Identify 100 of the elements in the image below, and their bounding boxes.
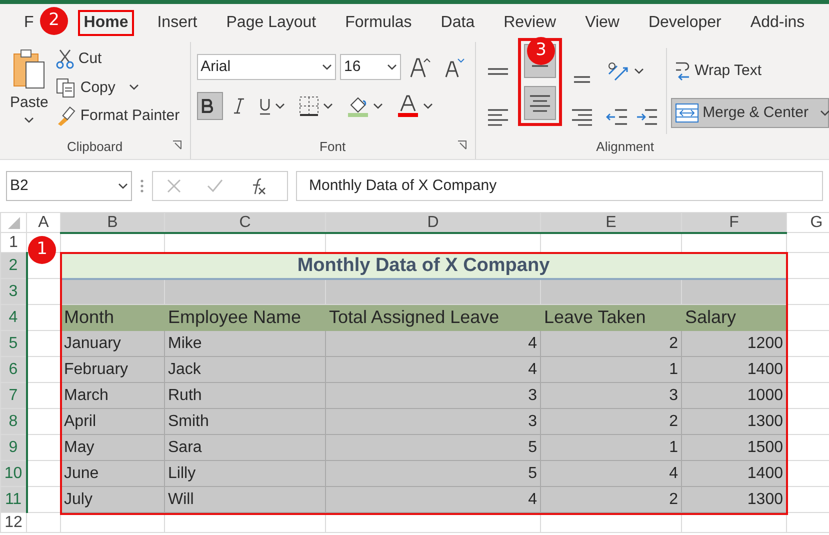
- row-header[interactable]: 5: [0, 330, 26, 356]
- ribbon-tab[interactable]: View: [579, 10, 626, 36]
- column-header[interactable]: C: [164, 212, 326, 232]
- table-cell: 1: [540, 434, 682, 460]
- table-cell: 2: [540, 330, 682, 356]
- font-size-field[interactable]: 16: [340, 54, 401, 80]
- row-header[interactable]: 11: [0, 486, 26, 512]
- row-header[interactable]: 9: [0, 434, 26, 460]
- column-header[interactable]: G: [786, 212, 829, 232]
- row-header[interactable]: 4: [0, 304, 26, 330]
- table-cell: April: [60, 408, 164, 434]
- bold-button[interactable]: [196, 92, 223, 120]
- row-header[interactable]: 2: [0, 252, 26, 278]
- table-cell: February: [60, 356, 164, 382]
- column-header[interactable]: A: [26, 212, 60, 232]
- row-header[interactable]: 10: [0, 460, 26, 486]
- align-left-icon: [486, 108, 509, 126]
- group-label: Alignment: [596, 138, 654, 156]
- caret-icon: [118, 182, 128, 190]
- ribbon-tab[interactable]: Page Layout: [220, 10, 322, 36]
- ribbon-tab[interactable]: Insert: [151, 10, 204, 36]
- scissors-icon: [56, 49, 74, 70]
- decrease-indent-icon: [606, 108, 628, 126]
- table-cell: 1300: [682, 486, 786, 512]
- caret-icon: [322, 64, 332, 70]
- table-cell: 3: [540, 382, 682, 408]
- angled-text-icon: [606, 60, 630, 82]
- paste-button[interactable]: Paste: [6, 46, 52, 137]
- dialog-launcher-icon[interactable]: [456, 140, 467, 150]
- wrap-text-button[interactable]: Wrap Text: [670, 54, 829, 88]
- ribbon-tab[interactable]: Data: [434, 10, 481, 36]
- table-cell: 4: [326, 330, 540, 356]
- name-box[interactable]: B2: [6, 171, 132, 201]
- step-badge: 1: [28, 236, 56, 264]
- increase-indent-icon: [636, 108, 658, 126]
- table-title: Monthly Data of X Company: [60, 252, 786, 278]
- caret-icon: [274, 102, 285, 110]
- table-cell: Ruth: [164, 382, 326, 408]
- dialog-launcher-icon[interactable]: [172, 140, 182, 150]
- checkmark-icon: [207, 179, 223, 193]
- wrap-text-icon: [674, 61, 691, 81]
- align-center-icon: [528, 94, 551, 112]
- select-all-icon: [8, 216, 20, 229]
- table-cell: 1: [540, 356, 682, 382]
- cut-button[interactable]: Cut: [52, 46, 184, 72]
- table-cell: Will: [164, 486, 326, 512]
- table-cell: Smith: [164, 408, 326, 434]
- font-name-field[interactable]: Arial: [196, 54, 336, 80]
- merge-cells-icon: [674, 103, 699, 123]
- row-header[interactable]: 12: [0, 512, 26, 532]
- column-header[interactable]: B: [60, 212, 164, 232]
- row-header[interactable]: 7: [0, 382, 26, 408]
- merge-center-button[interactable]: Merge & Center: [670, 98, 829, 128]
- table-cell: 1500: [682, 434, 786, 460]
- ribbon-tab[interactable]: Add-ins: [744, 10, 811, 36]
- table-cell: 2: [540, 408, 682, 434]
- row-header[interactable]: 1: [0, 232, 26, 252]
- row-header[interactable]: 3: [0, 278, 26, 304]
- column-header[interactable]: F: [682, 212, 786, 232]
- table-cell: 1300: [682, 408, 786, 434]
- copy-button[interactable]: Copy: [52, 74, 184, 101]
- caret-icon: [386, 64, 397, 70]
- format-painter-button[interactable]: Format Painter: [52, 103, 184, 130]
- table-cell: 1000: [682, 382, 786, 408]
- table-cell: January: [60, 330, 164, 356]
- column-heading: Month: [60, 304, 164, 330]
- ribbon-tab[interactable]: Review: [498, 10, 562, 36]
- clipboard-icon: [12, 48, 46, 90]
- row-header[interactable]: 6: [0, 356, 26, 382]
- column-heading: Employee Name: [164, 304, 326, 330]
- font-color-icon: [396, 95, 419, 117]
- ribbon-tab[interactable]: F: [18, 10, 40, 36]
- column-heading: Salary: [682, 304, 786, 330]
- table-cell: 5: [326, 460, 540, 486]
- table-cell: July: [60, 486, 164, 512]
- table-cell: Lilly: [164, 460, 326, 486]
- table-cell: 1400: [682, 356, 786, 382]
- ribbon-tab[interactable]: Home: [78, 10, 134, 36]
- caret-icon: [372, 102, 383, 110]
- drag-handle-icon: [140, 179, 144, 193]
- table-cell: Sara: [164, 434, 326, 460]
- table-cell: 4: [326, 486, 540, 512]
- close-icon: [167, 179, 181, 193]
- borders-icon: [298, 96, 319, 116]
- ribbon-tab[interactable]: Formulas: [339, 10, 418, 36]
- row-header[interactable]: 8: [0, 408, 26, 434]
- table-cell: 2: [540, 486, 682, 512]
- center-button[interactable]: [524, 86, 556, 120]
- ribbon-tab[interactable]: Developer: [642, 10, 728, 36]
- group-label: Font: [320, 138, 346, 156]
- italic-icon: [232, 98, 245, 114]
- caret-icon: [634, 68, 644, 74]
- underline-icon: [258, 98, 271, 114]
- formula-field[interactable]: Monthly Data of X Company: [296, 171, 823, 201]
- column-header[interactable]: E: [540, 212, 682, 232]
- table-cell: 4: [326, 356, 540, 382]
- align-right-icon: [570, 108, 593, 126]
- top-align-icon: [486, 68, 509, 74]
- table-cell: 3: [326, 408, 540, 434]
- column-header[interactable]: D: [326, 212, 540, 232]
